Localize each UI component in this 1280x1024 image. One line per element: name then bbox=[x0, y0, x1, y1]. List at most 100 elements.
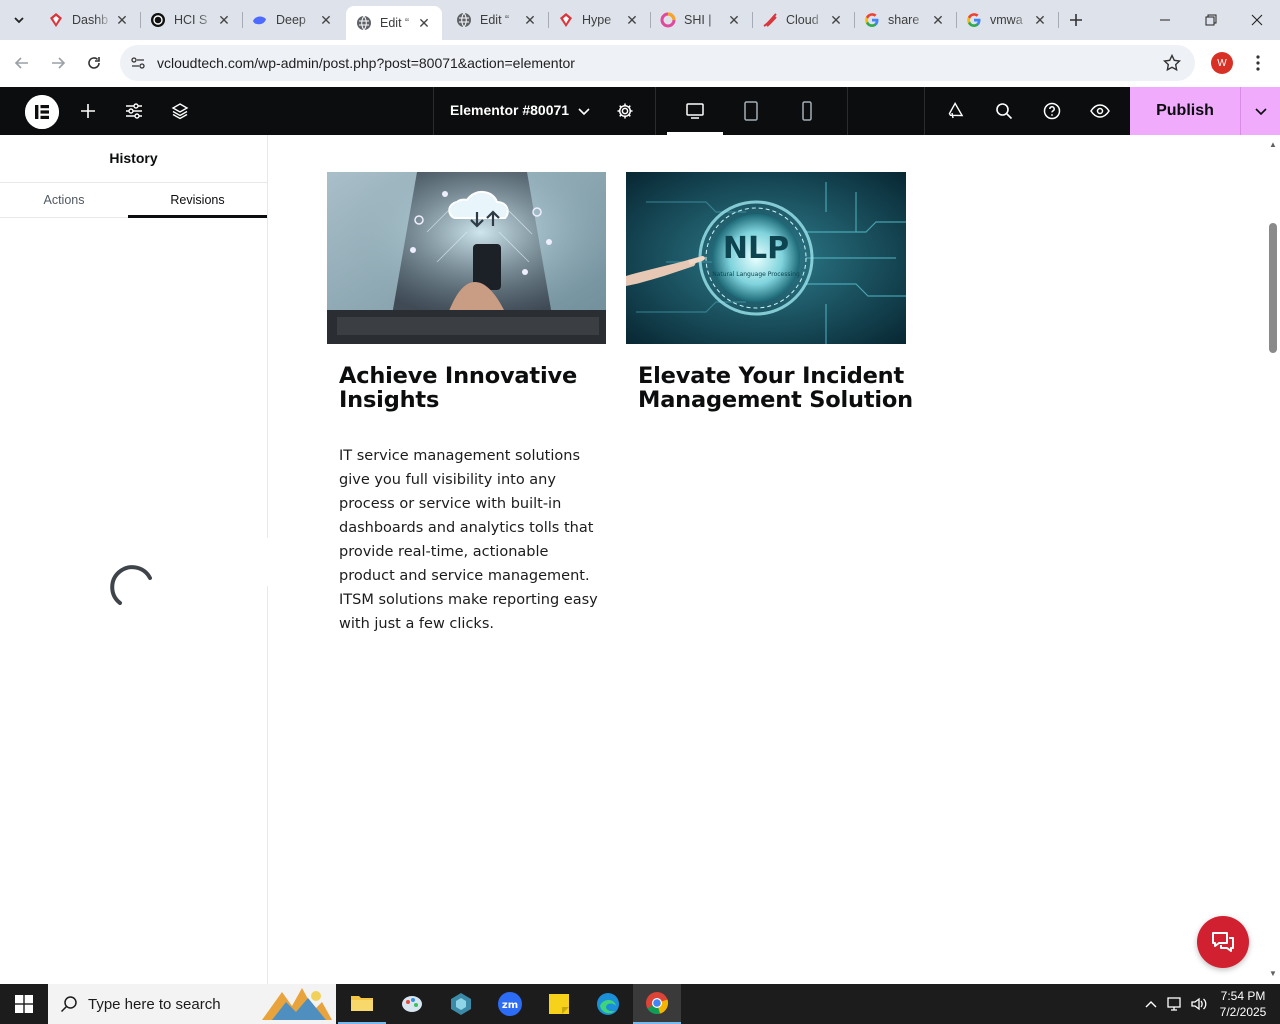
minimize-icon bbox=[1160, 19, 1170, 21]
finder-button[interactable] bbox=[992, 99, 1016, 123]
canvas-scrollbar[interactable]: ▲ ▼ bbox=[1266, 135, 1280, 984]
taskbar-chrome[interactable] bbox=[633, 984, 681, 1024]
taskbar-edge[interactable] bbox=[584, 984, 632, 1024]
chevron-down-icon bbox=[14, 17, 24, 24]
preview-button[interactable] bbox=[1088, 99, 1112, 123]
tray-overflow-button[interactable] bbox=[1140, 984, 1162, 1024]
card-image-cloud[interactable] bbox=[327, 172, 606, 344]
desktop-icon bbox=[686, 103, 704, 119]
restore-button[interactable] bbox=[1188, 0, 1234, 40]
close-icon[interactable]: ✕ bbox=[930, 12, 946, 28]
globe-icon bbox=[357, 15, 371, 31]
scroll-up-icon[interactable]: ▲ bbox=[1269, 140, 1277, 149]
chevron-up-icon bbox=[1145, 1001, 1157, 1008]
scroll-down-icon[interactable]: ▼ bbox=[1269, 969, 1277, 978]
mobile-view-button[interactable] bbox=[795, 99, 819, 123]
browser-toolbar: vcloudtech.com/wp-admin/post.php?post=80… bbox=[0, 40, 1280, 87]
browser-tab-active[interactable]: Edit “ ✕ bbox=[346, 6, 442, 40]
tray-network[interactable] bbox=[1164, 984, 1186, 1024]
browser-tab-strip: Dashb ✕ HCI S ✕ Deep ✕ Edit “ ✕ Edit “ ✕… bbox=[0, 0, 1280, 40]
site-settings-button[interactable] bbox=[122, 99, 146, 123]
add-element-button[interactable] bbox=[76, 99, 100, 123]
whats-new-button[interactable] bbox=[944, 99, 968, 123]
taskbar-app-paint[interactable] bbox=[388, 984, 436, 1024]
close-icon[interactable]: ✕ bbox=[318, 12, 334, 28]
forward-button[interactable] bbox=[46, 51, 70, 75]
card-image-nlp[interactable]: NLP Natural Language Processing bbox=[626, 172, 906, 344]
close-icon[interactable]: ✕ bbox=[114, 12, 130, 28]
browser-tab[interactable]: share ✕ bbox=[854, 6, 956, 34]
site-settings-icon bbox=[131, 57, 145, 69]
scrollbar-thumb[interactable] bbox=[1269, 223, 1277, 353]
start-button[interactable] bbox=[0, 984, 48, 1024]
browser-tab[interactable]: Deep ✕ bbox=[242, 6, 344, 34]
browser-tab[interactable]: Cloud ✕ bbox=[752, 6, 854, 34]
tablet-view-button[interactable] bbox=[739, 99, 763, 123]
help-button[interactable] bbox=[1040, 99, 1064, 123]
taskbar-zoom[interactable]: zm bbox=[486, 984, 534, 1024]
browser-menu-button[interactable] bbox=[1246, 51, 1270, 75]
close-icon[interactable]: ✕ bbox=[416, 15, 432, 31]
taskbar-sticky-notes[interactable] bbox=[535, 984, 583, 1024]
megaphone-icon bbox=[948, 102, 964, 119]
close-icon[interactable]: ✕ bbox=[828, 12, 844, 28]
elementor-logo-button[interactable] bbox=[25, 95, 59, 129]
tab-title: vmwa bbox=[990, 13, 1023, 27]
gem-icon bbox=[50, 13, 62, 27]
whale-icon bbox=[253, 16, 266, 25]
browser-tab[interactable]: vmwa ✕ bbox=[956, 6, 1058, 34]
reload-button[interactable] bbox=[82, 51, 106, 75]
search-highlight-icon bbox=[262, 988, 332, 1020]
browser-tab[interactable]: SHI | ✕ bbox=[650, 6, 752, 34]
taskbar-app-gem[interactable] bbox=[437, 984, 485, 1024]
document-menu-toggle[interactable] bbox=[572, 99, 596, 123]
folder-icon bbox=[351, 996, 373, 1011]
star-icon[interactable] bbox=[1163, 54, 1181, 72]
chat-button[interactable] bbox=[1197, 916, 1249, 968]
close-icon[interactable]: ✕ bbox=[1032, 12, 1048, 28]
chat-bubbles-icon bbox=[1212, 932, 1234, 952]
close-icon[interactable]: ✕ bbox=[624, 12, 640, 28]
volume-icon bbox=[1191, 997, 1207, 1011]
chrome-icon bbox=[646, 992, 669, 1015]
address-bar[interactable]: vcloudtech.com/wp-admin/post.php?post=80… bbox=[120, 45, 1195, 81]
publish-options-button[interactable] bbox=[1240, 87, 1280, 135]
network-icon bbox=[1167, 997, 1181, 1011]
browser-tab[interactable]: Edit “ ✕ bbox=[446, 6, 548, 34]
loading-spinner-icon bbox=[106, 560, 158, 612]
profile-avatar[interactable]: W bbox=[1211, 52, 1233, 74]
taskbar-search[interactable]: Type here to search bbox=[48, 984, 336, 1024]
close-icon[interactable]: ✕ bbox=[522, 12, 538, 28]
structure-button[interactable] bbox=[168, 99, 192, 123]
browser-tab[interactable]: Dashb ✕ bbox=[38, 6, 140, 34]
arrow-right-icon bbox=[52, 57, 66, 69]
editor-canvas: NLP Natural Language Processing Achieve … bbox=[268, 135, 1266, 984]
gem-app-icon bbox=[451, 993, 471, 1015]
close-icon[interactable]: ✕ bbox=[216, 12, 232, 28]
close-window-button[interactable] bbox=[1234, 0, 1280, 40]
close-icon[interactable]: ✕ bbox=[726, 12, 742, 28]
tab-actions[interactable]: Actions bbox=[0, 183, 128, 217]
sticky-note-icon bbox=[549, 994, 569, 1014]
minimize-button[interactable] bbox=[1142, 0, 1188, 40]
taskbar-file-explorer[interactable] bbox=[338, 984, 386, 1024]
browser-tab[interactable]: HCI S ✕ bbox=[140, 6, 242, 34]
publish-button[interactable]: Publish bbox=[1130, 87, 1240, 135]
back-button[interactable] bbox=[10, 51, 34, 75]
tab-revisions[interactable]: Revisions bbox=[128, 183, 267, 217]
browser-tab[interactable]: Hype ✕ bbox=[548, 6, 650, 34]
tab-search-button[interactable] bbox=[6, 8, 32, 32]
elementor-top-bar: Elementor #80071 Publish bbox=[0, 87, 1280, 135]
tray-volume[interactable] bbox=[1188, 984, 1210, 1024]
help-circle-icon bbox=[1043, 102, 1061, 120]
tab-title: Dashb bbox=[72, 13, 109, 27]
taskbar-search-placeholder: Type here to search bbox=[88, 996, 221, 1013]
document-title[interactable]: Elementor #80071 bbox=[450, 102, 569, 118]
card-heading: Achieve Innovative Insights bbox=[339, 363, 578, 413]
new-tab-button[interactable] bbox=[1064, 8, 1088, 32]
desktop-view-button[interactable] bbox=[683, 99, 707, 123]
page-settings-button[interactable] bbox=[613, 99, 637, 123]
zoom-icon: zm bbox=[498, 992, 522, 1016]
chevron-down-icon bbox=[1254, 108, 1267, 116]
taskbar-clock[interactable]: 7:54 PM 7/2/2025 bbox=[1212, 988, 1274, 1020]
